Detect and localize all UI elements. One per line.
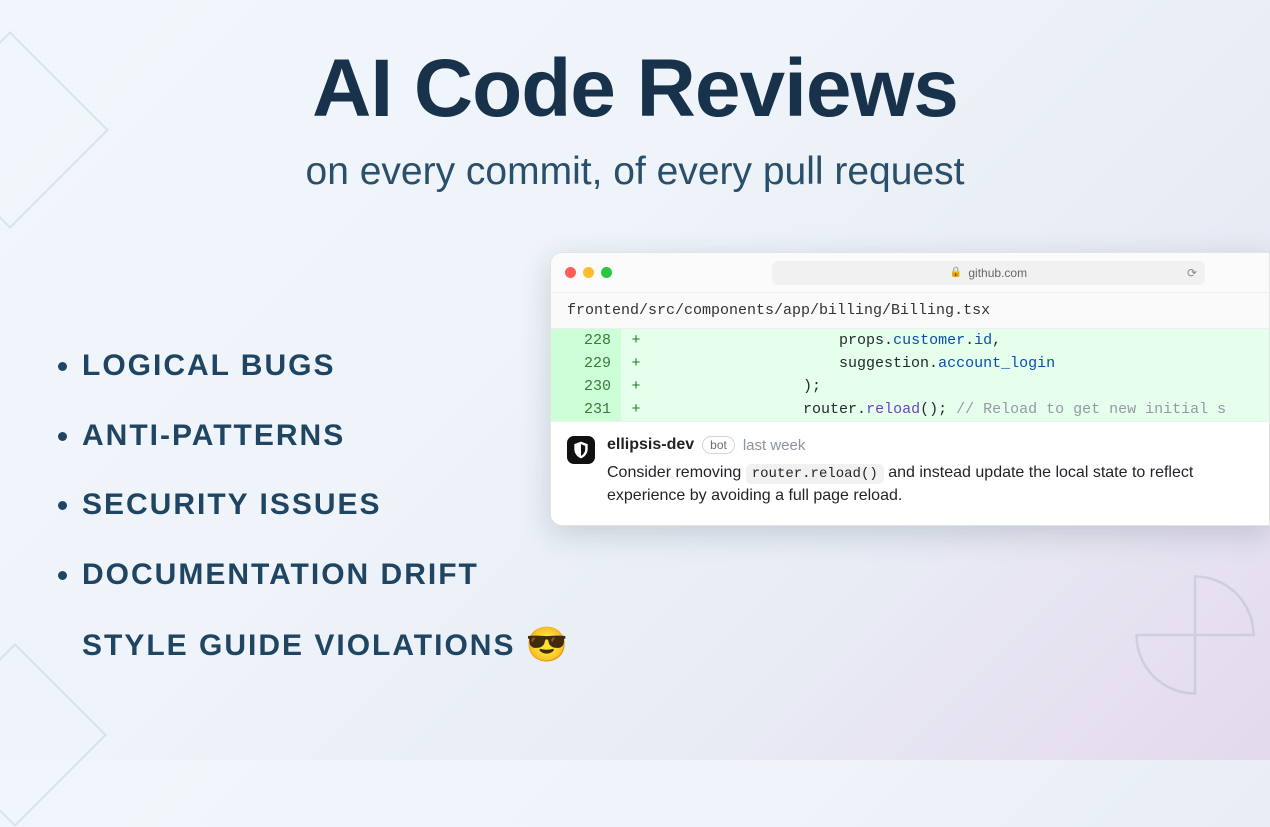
avatar[interactable]	[567, 436, 595, 464]
lock-icon: 🔒	[950, 267, 962, 278]
diff-plus-icon: +	[621, 375, 651, 398]
line-number: 230	[551, 375, 621, 398]
shield-icon	[571, 440, 591, 460]
minimize-icon[interactable]	[583, 267, 594, 278]
feature-item-label: STYLE GUIDE VIOLATIONS	[82, 630, 515, 662]
code-row: 230+ );	[551, 375, 1269, 398]
file-path: frontend/src/components/app/billing/Bill…	[551, 293, 1269, 329]
line-number: 228	[551, 329, 621, 352]
line-number: 229	[551, 352, 621, 375]
url-bar[interactable]: 🔒 github.com ⟳	[772, 261, 1205, 285]
feature-list: LOGICAL BUGS ANTI-PATTERNS SECURITY ISSU…	[50, 350, 570, 702]
comment-text-part: Consider removing	[607, 464, 746, 481]
comment-timestamp: last week	[743, 437, 806, 454]
review-comment: ellipsis-dev bot last week Consider remo…	[551, 421, 1269, 525]
bot-badge: bot	[702, 436, 735, 454]
code-row: 228+ props.customer.id,	[551, 329, 1269, 352]
code-row: 231+ router.reload(); // Reload to get n…	[551, 398, 1269, 421]
url-text: github.com	[968, 266, 1027, 280]
decorative-shape	[1130, 570, 1260, 700]
hero-title: AI Code Reviews	[0, 42, 1270, 136]
close-icon[interactable]	[565, 267, 576, 278]
code-row: 229+ suggestion.account_login	[551, 352, 1269, 375]
code-content: props.customer.id,	[651, 329, 1001, 352]
code-content: suggestion.account_login	[651, 352, 1055, 375]
diff-plus-icon: +	[621, 329, 651, 352]
line-number: 231	[551, 398, 621, 421]
comment-text: Consider removing router.reload() and in…	[607, 461, 1253, 507]
sunglasses-emoji-icon: 😎	[525, 628, 569, 664]
feature-item: ANTI-PATTERNS	[82, 420, 570, 452]
refresh-icon[interactable]: ⟳	[1187, 266, 1197, 280]
code-content: router.reload(); // Reload to get new in…	[651, 398, 1226, 421]
diff-plus-icon: +	[621, 398, 651, 421]
feature-item: DOCUMENTATION DRIFT	[82, 559, 570, 591]
inline-code: router.reload()	[746, 464, 884, 484]
code-content: );	[651, 375, 821, 398]
diff-plus-icon: +	[621, 352, 651, 375]
hero-subtitle: on every commit, of every pull request	[0, 150, 1270, 194]
code-diff: 228+ props.customer.id,229+ suggestion.a…	[551, 329, 1269, 421]
browser-chrome: 🔒 github.com ⟳	[551, 253, 1269, 293]
browser-window: 🔒 github.com ⟳ frontend/src/components/a…	[550, 252, 1270, 526]
feature-item: STYLE GUIDE VIOLATIONS 😎	[82, 628, 570, 664]
maximize-icon[interactable]	[601, 267, 612, 278]
feature-item: SECURITY ISSUES	[82, 489, 570, 521]
feature-item: LOGICAL BUGS	[82, 350, 570, 382]
comment-author[interactable]: ellipsis-dev	[607, 436, 694, 454]
